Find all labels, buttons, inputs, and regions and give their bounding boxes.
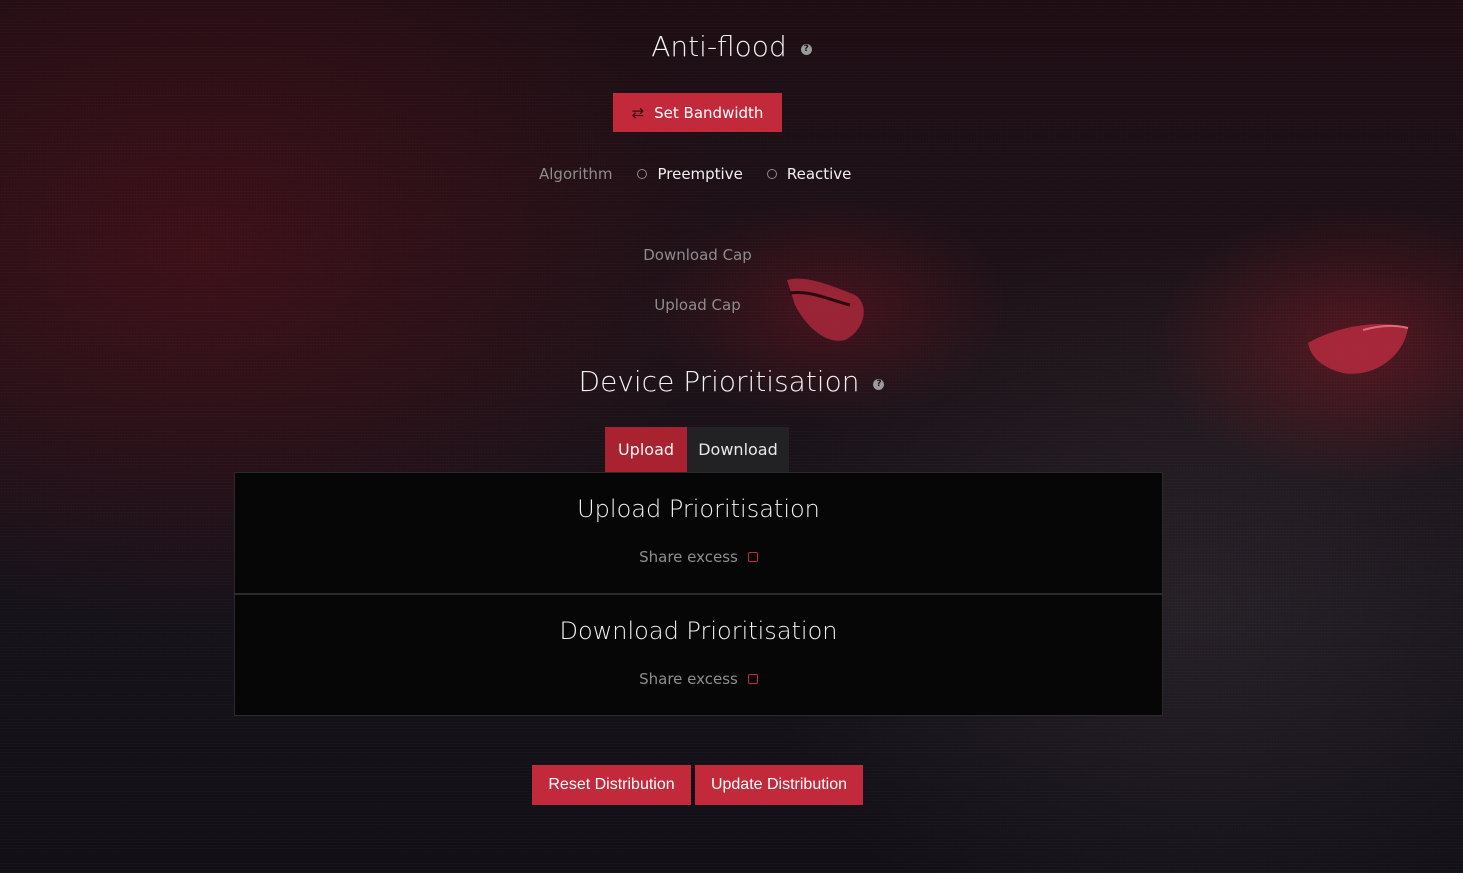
radio-preemptive[interactable] xyxy=(637,169,648,179)
upload-prioritisation-panel: Upload Prioritisation Share excess xyxy=(234,472,1163,594)
radio-reactive[interactable] xyxy=(766,169,777,179)
help-icon[interactable]: ? xyxy=(800,44,812,55)
update-distribution-button[interactable]: Update Distribution xyxy=(695,765,863,805)
algorithm-option-reactive[interactable]: Reactive xyxy=(766,165,852,183)
preemptive-label: Preemptive xyxy=(657,165,743,183)
download-prioritisation-panel: Download Prioritisation Share excess xyxy=(234,594,1163,716)
reactive-label: Reactive xyxy=(786,165,852,183)
set-bandwidth-button[interactable]: ⇄ Set Bandwidth xyxy=(613,93,782,132)
upload-cap-label: Upload Cap xyxy=(654,296,741,314)
set-bandwidth-label: Set Bandwidth xyxy=(654,103,764,122)
anti-flood-title: Anti-flood ? xyxy=(0,30,1463,63)
help-icon[interactable]: ? xyxy=(873,379,885,390)
upload-prioritisation-title: Upload Prioritisation xyxy=(577,495,820,523)
share-excess-label: Share excess xyxy=(639,670,738,688)
reset-distribution-button[interactable]: Reset Distribution xyxy=(532,765,691,805)
download-prioritisation-title: Download Prioritisation xyxy=(559,617,838,645)
swap-arrows-icon: ⇄ xyxy=(631,103,645,122)
algorithm-option-preemptive[interactable]: Preemptive xyxy=(637,165,743,183)
tab-download[interactable]: Download xyxy=(687,427,789,472)
share-excess-label: Share excess xyxy=(639,548,738,566)
device-prioritisation-title: Device Prioritisation ? xyxy=(0,365,1463,398)
algorithm-label: Algorithm xyxy=(539,165,613,183)
upload-share-excess-checkbox[interactable] xyxy=(747,552,758,562)
algorithm-selector: Algorithm Preemptive Reactive xyxy=(539,165,875,183)
prioritisation-tabs: Upload Download xyxy=(605,427,789,472)
upload-share-excess-row: Share excess xyxy=(235,548,1162,566)
device-prioritisation-title-text: Device Prioritisation xyxy=(578,365,860,398)
download-cap-label: Download Cap xyxy=(643,246,752,264)
anti-flood-title-text: Anti-flood xyxy=(651,30,787,63)
download-share-excess-row: Share excess xyxy=(235,670,1162,688)
tab-upload[interactable]: Upload xyxy=(605,427,687,472)
download-share-excess-checkbox[interactable] xyxy=(747,674,758,684)
